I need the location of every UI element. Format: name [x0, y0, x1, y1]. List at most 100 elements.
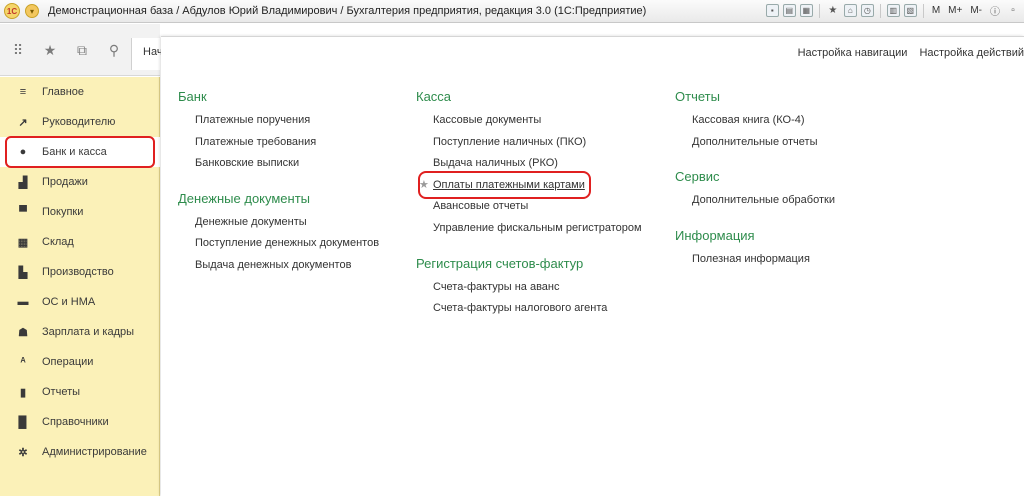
sidebar-item-label: Отчеты [42, 386, 81, 398]
nav-link[interactable]: Поступление денежных документов [178, 237, 379, 259]
tab-start-page[interactable]: Нач [131, 38, 161, 70]
nav-link[interactable]: Авансовые отчеты [416, 200, 642, 222]
nav-link[interactable]: Полезная информация [675, 253, 835, 275]
search-icon[interactable]: ⚲ [106, 42, 122, 59]
nav-link[interactable]: Счета-фактуры налогового агента [416, 302, 642, 324]
toolbar-divider [818, 3, 820, 18]
nav-link[interactable]: Поступление наличных (ПКО) [416, 136, 642, 158]
sidebar-item-label: Продажи [42, 176, 88, 188]
title-toolbar: ▪ ▤ ▦ ★ ⌂ ◷ ▥ ▧ M M+ M- ⓘ ▫ [765, 3, 1020, 18]
sidebar-item[interactable]: ▮ Отчеты [0, 377, 160, 407]
nav-link[interactable]: Дополнительные отчеты [675, 136, 835, 158]
save-icon[interactable]: ▪ [765, 4, 779, 17]
sidebar-item-label: Главное [42, 86, 85, 98]
calendar-icon[interactable]: ▧ [903, 4, 917, 17]
home-icon[interactable]: ⌂ [843, 4, 857, 17]
favorites-star-icon[interactable]: ★ [826, 3, 840, 18]
section-panel: Настройка навигации Настройка действий Б… [161, 36, 1024, 496]
history-icon[interactable]: ◷ [860, 4, 874, 17]
app-logo-icon[interactable]: 1С [4, 3, 20, 19]
nav-link-label: Полезная информация [692, 252, 810, 265]
nav-link[interactable]: Кассовые документы [416, 114, 642, 136]
preview-icon[interactable]: ▦ [799, 4, 813, 17]
bar-chart-icon: ▮ [19, 386, 27, 399]
sidebar: ≡ Главное ↗ Руководителю ● Банк и касса ▟ Прода… [0, 77, 160, 496]
window-controls-icon[interactable]: ▫ [1006, 3, 1020, 18]
memory-minus-button[interactable]: M- [968, 5, 984, 16]
sidebar-item[interactable]: ▙ Производство [0, 257, 160, 287]
sidebar-item-label: Руководителю [42, 116, 116, 128]
sidebar-item[interactable]: ᴬ Операции [0, 347, 160, 377]
sidebar-item[interactable]: ▟ Продажи [0, 167, 160, 197]
nav-link[interactable]: Дополнительные обработки [675, 194, 835, 216]
nav-link[interactable]: Банковские выписки [178, 157, 379, 179]
sidebar-item-label: Склад [42, 236, 74, 248]
sidebar-item[interactable]: ● Банк и касса [0, 137, 160, 167]
sidebar-item-label: Администрирование [42, 446, 147, 458]
title-bar: 1С ▾ Демонстрационная база / Абдулов Юри… [0, 0, 1024, 23]
group-title: Сервис [675, 169, 720, 185]
group-title: Информация [675, 227, 755, 243]
nav-link-label: Счета-фактуры на аванс [433, 280, 560, 293]
sidebar-item-label: Покупки [42, 206, 84, 218]
nav-link-label: Кассовые документы [433, 114, 542, 126]
sidebar-item-label: Операции [42, 356, 94, 368]
gear-icon: ✲ [18, 446, 28, 459]
nav-link[interactable]: ★ Оплаты платежными картами [416, 179, 642, 201]
nav-link-label: Выдача наличных (РКО) [433, 157, 558, 170]
nav-link[interactable]: Счета-фактуры на аванс [416, 281, 642, 303]
nav-link-label: Денежные документы [195, 215, 307, 228]
nav-link[interactable]: Управление фискальным регистратором [416, 222, 642, 244]
operations-icon: ᴬ [20, 356, 26, 368]
nav-link[interactable]: Кассовая книга (КО-4) [675, 114, 835, 136]
nav-link[interactable]: Платежные требования [178, 136, 379, 158]
actions-settings-link[interactable]: Настройка действий [919, 47, 1024, 59]
menu-lines-icon: ≡ [19, 86, 27, 98]
nav-link[interactable]: Денежные документы [178, 216, 379, 238]
nav-link[interactable]: Выдача денежных документов [178, 259, 379, 281]
info-icon[interactable]: ⓘ [988, 3, 1002, 18]
navigation-settings-link[interactable]: Настройка навигации [798, 47, 908, 59]
truck-icon: ▬ [17, 296, 29, 308]
sidebar-item[interactable]: ☗ Зарплата и кадры [0, 317, 160, 347]
sidebar-item[interactable]: ▬ ОС и НМА [0, 287, 160, 317]
warehouse-grid-icon: ▦ [17, 236, 29, 249]
book-icon: ▉ [18, 416, 28, 429]
nav-link-label: Дополнительные обработки [692, 194, 835, 207]
memory-plus-button[interactable]: M+ [946, 5, 964, 16]
sidebar-item[interactable]: ▉ Справочники [0, 407, 160, 437]
sidebar-item[interactable]: ▀ Покупки [0, 197, 160, 227]
group-title: Денежные документы [178, 190, 311, 206]
nav-link-label: Платежные поручения [195, 114, 311, 126]
column-bank: Банк Платежные поручения Платежные требова… [178, 89, 379, 281]
nav-link-label: Поступление наличных (ПКО) [433, 135, 587, 148]
factory-icon: ▙ [18, 266, 28, 279]
nav-link[interactable]: Выдача наличных (РКО) [416, 157, 642, 179]
group-title: Регистрация счетов-фактур [416, 255, 584, 271]
calculator-icon[interactable]: ▥ [886, 4, 900, 17]
sidebar-item[interactable]: ✲ Администрирование [0, 437, 160, 467]
sidebar-item[interactable]: ▦ Склад [0, 227, 160, 257]
nav-link-label: Счета-фактуры налогового агента [433, 302, 608, 315]
trend-chart-icon: ↗ [18, 116, 28, 129]
nav-link-label: Поступление денежных документов [195, 237, 380, 250]
nav-link-label: Выдача денежных документов [195, 258, 352, 271]
print-icon[interactable]: ▤ [782, 4, 796, 17]
history-icon[interactable]: ⧉ [74, 42, 90, 59]
apps-grid-icon[interactable]: ⠿ [10, 42, 26, 59]
memory-button[interactable]: M [930, 5, 942, 16]
nav-link[interactable]: Платежные поручения [178, 114, 379, 136]
nav-link-label: Банковские выписки [195, 157, 300, 170]
sidebar-item[interactable]: ≡ Главное [0, 77, 160, 107]
favorites-icon[interactable]: ★ [42, 42, 58, 59]
nav-link-label: Дополнительные отчеты [692, 135, 818, 148]
nav-link-label: Управление фискальным регистратором [433, 221, 642, 234]
favorite-star-icon[interactable]: ★ [419, 178, 429, 191]
main-menu-chevron-icon[interactable]: ▾ [25, 4, 39, 18]
person-icon: ☗ [18, 326, 28, 339]
nav-link-label: Кассовая книга (КО-4) [692, 114, 805, 126]
sidebar-item[interactable]: ↗ Руководителю [0, 107, 160, 137]
toolbar-divider [922, 3, 924, 18]
